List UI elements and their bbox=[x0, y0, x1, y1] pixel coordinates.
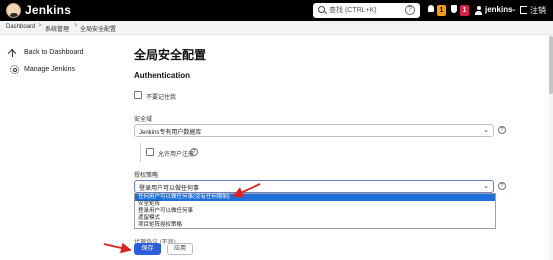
scrollbar-thumb[interactable] bbox=[549, 36, 553, 94]
save-button[interactable]: 保存 bbox=[134, 243, 161, 255]
sidebar-item-label: Back to Dashboard bbox=[24, 49, 84, 56]
chevron-down-icon[interactable]: ⌄ bbox=[511, 5, 517, 13]
chevron-down-icon: ⌄ bbox=[483, 183, 489, 190]
section-title-authentication: Authentication bbox=[134, 71, 190, 80]
allow-signup-help-icon[interactable]: ? bbox=[190, 148, 198, 156]
jenkins-logo-icon[interactable] bbox=[6, 3, 21, 18]
option-project-matrix[interactable]: 项目矩阵授权策略 bbox=[135, 222, 495, 229]
security-realm-select[interactable]: Jenkins专有用户数据库 ⌄ bbox=[134, 124, 494, 137]
allow-signup-checkbox[interactable] bbox=[146, 148, 154, 156]
user-icon bbox=[475, 6, 482, 15]
authorization-strategy-select[interactable]: 登录用户可以做任何事 ⌄ bbox=[134, 180, 494, 193]
breadcrumb-separator: > bbox=[74, 23, 78, 29]
nested-option-divider bbox=[140, 143, 141, 162]
notification-badge[interactable]: 1 bbox=[437, 5, 446, 16]
logout-button[interactable]: 注销 bbox=[530, 5, 546, 16]
allow-signup-label[interactable]: 允许用户注册 bbox=[158, 149, 194, 158]
shield-icon[interactable] bbox=[450, 4, 458, 16]
breadcrumb-manage[interactable]: 系统管理 bbox=[45, 24, 69, 33]
annotation-arrow-to-save bbox=[103, 242, 132, 254]
authorization-strategy-value: 登录用户可以做任何事 bbox=[139, 186, 200, 192]
help-icon[interactable]: ? bbox=[405, 5, 415, 15]
security-badge[interactable]: 1 bbox=[460, 5, 469, 16]
security-realm-value: Jenkins专有用户数据库 bbox=[139, 130, 202, 136]
option-anyone-can-do-anything[interactable]: 任何用户可以做任何事(没有任何限制) bbox=[135, 194, 495, 201]
bell-icon[interactable] bbox=[427, 4, 435, 16]
disable-remember-me-checkbox[interactable] bbox=[134, 91, 142, 99]
authorization-help-icon[interactable]: ? bbox=[498, 182, 506, 190]
breadcrumb: Dashboard > 系统管理 > 全局安全配置 bbox=[0, 21, 553, 35]
arrow-up-icon bbox=[12, 49, 14, 57]
logout-icon[interactable] bbox=[520, 6, 527, 14]
gear-icon bbox=[10, 65, 19, 74]
breadcrumb-separator: > bbox=[38, 23, 42, 29]
breadcrumb-dashboard[interactable]: Dashboard bbox=[6, 24, 35, 30]
security-realm-help-icon[interactable]: ? bbox=[498, 126, 506, 134]
breadcrumb-current: 全局安全配置 bbox=[80, 27, 117, 33]
search-placeholder: 查找 (CTRL+K) bbox=[329, 7, 377, 14]
authorization-options-list: 任何用户可以做任何事(没有任何限制) 安全矩阵 登录用户可以做任何事 遗留模式 … bbox=[134, 193, 496, 229]
brand-name[interactable]: Jenkins bbox=[25, 3, 71, 17]
authorization-strategy-label: 授权策略 bbox=[134, 173, 159, 179]
sidebar-item-label: Manage Jenkins bbox=[24, 66, 75, 73]
page-title: 全局安全配置 bbox=[134, 48, 207, 62]
top-header: Jenkins 查找 (CTRL+K) ? 1 1 jenkins ⌄ 注销 bbox=[0, 0, 553, 21]
disable-remember-me-label[interactable]: 不要记住我 bbox=[146, 92, 176, 101]
username-link[interactable]: jenkins bbox=[485, 5, 513, 14]
apply-button[interactable]: 应用 bbox=[167, 243, 193, 255]
search-icon bbox=[318, 6, 325, 13]
option-logged-in-users[interactable]: 登录用户可以做任何事 bbox=[135, 208, 495, 215]
option-legacy-mode[interactable]: 遗留模式 bbox=[135, 215, 495, 222]
chevron-down-icon: ⌄ bbox=[483, 127, 489, 134]
security-realm-label: 安全域 bbox=[134, 117, 153, 123]
option-matrix-security[interactable]: 安全矩阵 bbox=[135, 201, 495, 208]
search-input[interactable]: 查找 (CTRL+K) ? bbox=[313, 3, 420, 18]
